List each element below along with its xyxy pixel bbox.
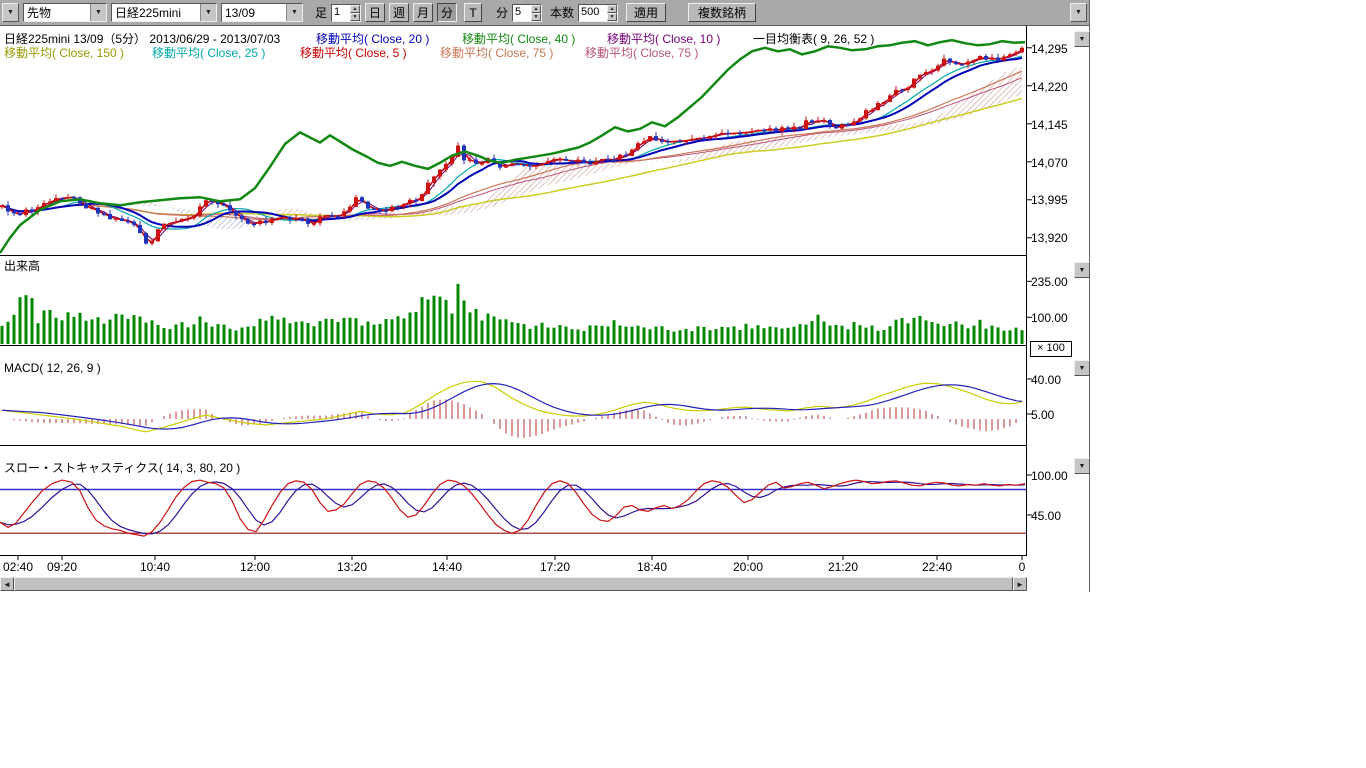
combo-arrow-icon: ▼	[1075, 9, 1082, 16]
time-axis-label: 0	[1019, 560, 1026, 574]
price-axis-label: 14,295	[1031, 42, 1068, 56]
spin-down-button[interactable]: ▼	[350, 13, 360, 21]
macd-panel-dropdown[interactable]: ▼	[1074, 360, 1090, 376]
left-combo-button[interactable]: ▼	[2, 3, 19, 22]
legend-ma25: 移動平均( Close, 25 )	[152, 44, 265, 61]
candlestick-layer	[0, 46, 1024, 246]
legend-ichimoku: 一目均衡表( 9, 26, 52 )	[753, 30, 874, 47]
scroll-left-button[interactable]: ◄	[0, 577, 14, 591]
stoch-axis-label: 100.00	[1031, 469, 1068, 483]
volume-axis-label: 100.00	[1031, 311, 1068, 325]
bars-count-value: 500	[579, 5, 607, 21]
spin-up-button[interactable]: ▲	[350, 5, 360, 13]
macd-layer	[2, 381, 1022, 438]
time-axis-label: 09:20	[47, 560, 77, 574]
stoch-axis-label: 45.00	[1031, 509, 1061, 523]
combo-arrow-icon: ▼	[7, 9, 14, 16]
scrollbar-thumb[interactable]	[14, 577, 1013, 591]
legend-ma75b: 移動平均( Close, 75 )	[585, 44, 698, 61]
toolbar: ▼ 先物 ▼ 日経225mini ▼ 13/09 ▼ 足 1 ▲▼ 日 週 月 …	[0, 0, 1089, 26]
legend-ma75: 移動平均( Close, 75 )	[440, 44, 553, 61]
macd-axis-label: 40.00	[1031, 373, 1061, 387]
contract-month-select[interactable]: 13/09 ▼	[221, 3, 303, 22]
time-axis-label: 17:20	[540, 560, 570, 574]
bar-count-value: 1	[332, 5, 350, 21]
spin-up-button[interactable]: ▲	[531, 5, 541, 13]
volume-panel-title: 出来高	[4, 257, 40, 274]
time-axis-label: 20:00	[733, 560, 763, 574]
macd-axis-label: 5.00	[1031, 408, 1054, 422]
minute-label: 分	[496, 4, 508, 21]
multi-symbol-button[interactable]: 複数銘柄	[688, 3, 756, 22]
combo-arrow-icon[interactable]: ▼	[200, 4, 216, 21]
contract-month-value: 13/09	[222, 6, 286, 20]
chart-area: 日経225mini 13/09（5分） 2013/06/29 - 2013/07…	[0, 26, 1089, 592]
period-month-button[interactable]: 月	[413, 3, 433, 22]
legend-ma150: 移動平均( Close, 150 )	[4, 44, 124, 61]
macd-panel-title: MACD( 12, 26, 9 )	[4, 361, 101, 375]
volume-axis-label: 235.00	[1031, 275, 1068, 289]
bars-count-label: 本数	[550, 4, 574, 21]
apply-button[interactable]: 適用	[626, 3, 666, 22]
price-axis-label: 14,220	[1031, 80, 1068, 94]
period-week-button[interactable]: 週	[389, 3, 409, 22]
spin-down-button[interactable]: ▼	[531, 13, 541, 21]
chart-window: ▼ 先物 ▼ 日経225mini ▼ 13/09 ▼ 足 1 ▲▼ 日 週 月 …	[0, 0, 1090, 592]
ichimoku-cloud-layer	[2, 66, 1022, 229]
time-axis-label: 13:20	[337, 560, 367, 574]
green-line-layer	[0, 40, 1025, 253]
time-axis-label: 14:40	[432, 560, 462, 574]
price-panel-dropdown[interactable]: ▼	[1074, 31, 1090, 47]
right-combo-button[interactable]: ▼	[1070, 3, 1087, 22]
horizontal-scrollbar[interactable]: ◄ ►	[0, 577, 1027, 591]
bar-type-label: 足	[315, 4, 327, 21]
price-axis-label: 13,995	[1031, 193, 1068, 207]
category-select-value: 先物	[24, 4, 90, 21]
price-axis-label: 14,070	[1031, 156, 1068, 170]
time-axis-label: 02:40	[3, 560, 33, 574]
time-axis-label: 10:40	[140, 560, 170, 574]
bar-count-stepper[interactable]: 1 ▲▼	[331, 4, 361, 22]
scrollbar-track[interactable]	[14, 577, 1013, 591]
price-axis-label: 14,145	[1031, 118, 1068, 132]
stochastics-panel-dropdown[interactable]: ▼	[1074, 458, 1090, 474]
combo-arrow-icon[interactable]: ▼	[90, 4, 106, 21]
symbol-select-value: 日経225mini	[112, 4, 200, 21]
volume-layer	[1, 284, 1024, 344]
price-axis-label: 13,920	[1031, 231, 1068, 245]
period-minute-button[interactable]: 分	[437, 3, 457, 22]
volume-panel-dropdown[interactable]: ▼	[1074, 262, 1090, 278]
symbol-select[interactable]: 日経225mini ▼	[111, 3, 217, 22]
time-axis-label: 22:40	[922, 560, 952, 574]
spin-down-button[interactable]: ▼	[607, 13, 617, 21]
stochastics-layer	[0, 480, 1026, 536]
spin-up-button[interactable]: ▲	[607, 5, 617, 13]
time-axis-label: 21:20	[828, 560, 858, 574]
legend-ma5: 移動平均( Close, 5 )	[300, 44, 407, 61]
category-select[interactable]: 先物 ▼	[23, 3, 107, 22]
volume-multiplier-badge: × 100	[1030, 341, 1072, 357]
time-axis-label: 18:40	[637, 560, 667, 574]
chart-canvas[interactable]	[0, 26, 1089, 574]
moving-average-layer	[2, 50, 1022, 242]
tick-button[interactable]: T	[464, 3, 482, 22]
period-day-button[interactable]: 日	[365, 3, 385, 22]
combo-arrow-icon[interactable]: ▼	[286, 4, 302, 21]
minute-stepper[interactable]: 5 ▲▼	[512, 4, 542, 22]
time-axis-label: 12:00	[240, 560, 270, 574]
stochastics-panel-title: スロー・ストキャスティクス( 14, 3, 80, 20 )	[4, 459, 240, 476]
bars-count-stepper[interactable]: 500 ▲▼	[578, 4, 618, 22]
minute-value: 5	[513, 5, 531, 21]
scroll-right-button[interactable]: ►	[1013, 577, 1027, 591]
